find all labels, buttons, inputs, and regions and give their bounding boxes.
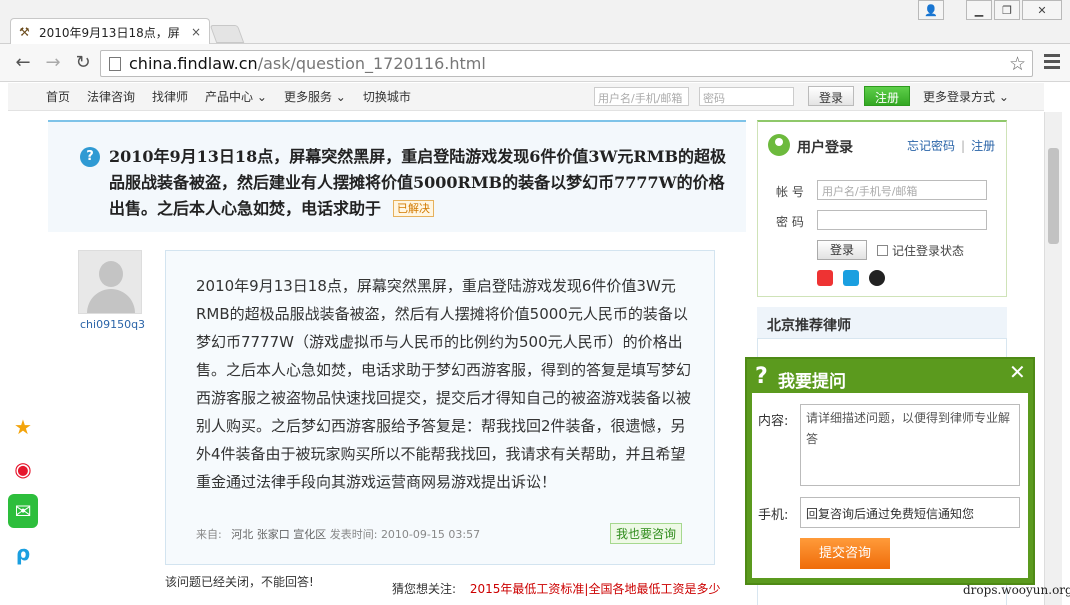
nav-consult[interactable]: 法律咨询 <box>87 88 135 105</box>
qzone-icon[interactable]: ★ <box>8 410 38 444</box>
remember-label: 记住登录状态 <box>892 244 965 258</box>
question-title: 2010年9月13日18点，屏幕突然黑屏，重启登陆游戏发现6件价值3W元RMB的… <box>109 144 734 222</box>
submit-consult-button[interactable]: 提交咨询 <box>800 538 890 569</box>
url-domain: china.findlaw.cn <box>129 54 258 73</box>
wechat-icon[interactable]: ✉ <box>8 494 38 528</box>
nav-more-services-label: 更多服务 <box>283 90 332 104</box>
register-link[interactable]: 注册 <box>971 139 995 153</box>
content-label: 内容: <box>758 414 789 429</box>
account-input[interactable]: 用户名/手机号/邮箱 <box>817 180 987 200</box>
nav-register-button[interactable]: 注册 <box>864 86 911 106</box>
more-login-label: 更多登录方式 <box>923 90 996 104</box>
maximize-icon[interactable]: ❐ <box>994 0 1020 20</box>
meta-time-label: 发表时间: <box>329 528 378 541</box>
login-links: 忘记密码 | 注册 <box>907 139 996 153</box>
pengyou-icon[interactable]: ρ <box>8 536 38 570</box>
meta-from-label: 来自: <box>196 528 222 541</box>
back-icon[interactable]: ← <box>12 52 34 74</box>
scrollbar-thumb[interactable] <box>1048 148 1059 244</box>
star-icon[interactable]: ☆ <box>1009 53 1026 75</box>
nav-more-services[interactable]: 更多服务 ⌄ <box>284 88 346 105</box>
nav-username-input[interactable]: 用户名/手机/邮箱 <box>594 87 689 106</box>
avatar[interactable] <box>78 250 142 314</box>
nav-products-label: 产品中心 <box>205 90 254 104</box>
content-textarea[interactable]: 请详细描述问题，以便得到律师专业解答 <box>800 404 1020 486</box>
chevron-down-icon: ⌄ <box>335 90 346 104</box>
nav-products[interactable]: 产品中心 ⌄ <box>205 88 267 105</box>
browser-toolbar: ← → ↻ china.findlaw.cn /ask/question_172… <box>0 44 1070 82</box>
site-nav-links: 首页 法律咨询 找律师 产品中心 ⌄ 更多服务 ⌄ 切换城市 <box>46 88 411 105</box>
ask-too-button[interactable]: 我也要咨询 <box>610 523 683 544</box>
forgot-password-link[interactable]: 忘记密码 <box>907 139 955 153</box>
question-detail: 2010年9月13日18点，屏幕突然黑屏，重启登陆游戏发现6件价值3W元RMB的… <box>196 277 692 491</box>
guess-link[interactable]: 2015年最低工资标准|全国各地最低工资是多少 <box>470 582 721 596</box>
url-path: /ask/question_1720116.html <box>257 54 486 73</box>
minimize-icon[interactable]: ▁ <box>966 0 992 20</box>
login-button[interactable]: 登录 <box>817 240 867 260</box>
page-icon <box>109 56 121 71</box>
forward-icon[interactable]: → <box>42 52 64 74</box>
meta-time: 2010-09-15 03:57 <box>380 528 481 541</box>
tab-close-icon[interactable]: × <box>191 25 201 39</box>
question-mark-icon: ? <box>80 147 100 167</box>
qq-login-icon[interactable] <box>869 270 885 286</box>
social-share-bar: ★ ◉ ✉ ρ <box>8 410 38 578</box>
weibo-login-icon[interactable] <box>817 270 833 286</box>
reload-icon[interactable]: ↻ <box>72 52 94 74</box>
nav-find-lawyer[interactable]: 找律师 <box>152 88 188 105</box>
phone-input[interactable]: 回复咨询后通过免费短信通知您 <box>800 497 1020 528</box>
watermark: drops.wooyun.org <box>963 583 1070 597</box>
password-label: 密 码 <box>776 215 804 229</box>
browser-tab[interactable]: ⚒ 2010年9月13日18点，屏 × <box>10 18 210 45</box>
password-input[interactable] <box>817 210 987 230</box>
browser-tabstrip: ⚒ 2010年9月13日18点，屏 × 👤 ▁ ❐ ✕ <box>0 0 1070 45</box>
window-controls: ▁ ❐ ✕ <box>966 0 1062 20</box>
weibo-icon[interactable]: ◉ <box>8 452 38 486</box>
user-icon <box>768 134 790 156</box>
remember-checkbox[interactable] <box>877 245 888 256</box>
nav-login-button[interactable]: 登录 <box>808 86 855 106</box>
phone-label: 手机: <box>758 508 789 523</box>
lawyer-panel-title: 北京推荐律师 <box>767 318 851 334</box>
remember-login[interactable]: 记住登录状态 <box>877 242 964 259</box>
address-bar[interactable]: china.findlaw.cn /ask/question_1720116.h… <box>100 50 1033 77</box>
solved-badge: 已解决 <box>393 200 435 217</box>
nav-password-input[interactable]: 密码 <box>699 87 794 106</box>
site-nav: 首页 法律咨询 找律师 产品中心 ⌄ 更多服务 ⌄ 切换城市 用户名/手机/邮箱… <box>8 83 1044 111</box>
new-tab-button[interactable] <box>209 25 245 43</box>
asker-name[interactable]: chi09150q3 <box>80 318 145 331</box>
login-title: 用户登录 <box>797 140 853 156</box>
chevron-down-icon: ⌄ <box>998 90 1009 104</box>
close-window-icon[interactable]: ✕ <box>1022 0 1062 20</box>
hamburger-icon[interactable] <box>1044 54 1060 72</box>
vertical-scrollbar[interactable] <box>1044 112 1062 605</box>
nav-home[interactable]: 首页 <box>46 88 70 105</box>
meta-location: 河北 张家口 宣化区 <box>231 528 327 541</box>
nav-switch-city[interactable]: 切换城市 <box>363 88 411 105</box>
guess-section: 猜您想关注: 2015年最低工资标准|全国各地最低工资是多少 <box>392 580 720 597</box>
chevron-down-icon: ⌄ <box>256 90 267 104</box>
user-icon[interactable]: 👤 <box>918 0 944 20</box>
ask-widget-title: 我要提问 <box>778 372 846 392</box>
account-label: 帐 号 <box>776 185 804 199</box>
tab-title: 2010年9月13日18点，屏 <box>39 25 180 40</box>
question-meta: 来自: 河北 张家口 宣化区 发表时间: 2010-09-15 03:57 <box>196 526 480 542</box>
close-icon[interactable]: ✕ <box>1009 360 1026 384</box>
pengyou-login-icon[interactable] <box>843 270 859 286</box>
closed-note: 该问题已经关闭，不能回答! <box>165 575 314 589</box>
more-login-options[interactable]: 更多登录方式 ⌄ <box>923 88 1009 105</box>
hammer-icon: ⚒ <box>19 25 30 39</box>
question-mark-icon: ? <box>755 364 768 389</box>
guess-label: 猜您想关注: <box>392 582 457 596</box>
